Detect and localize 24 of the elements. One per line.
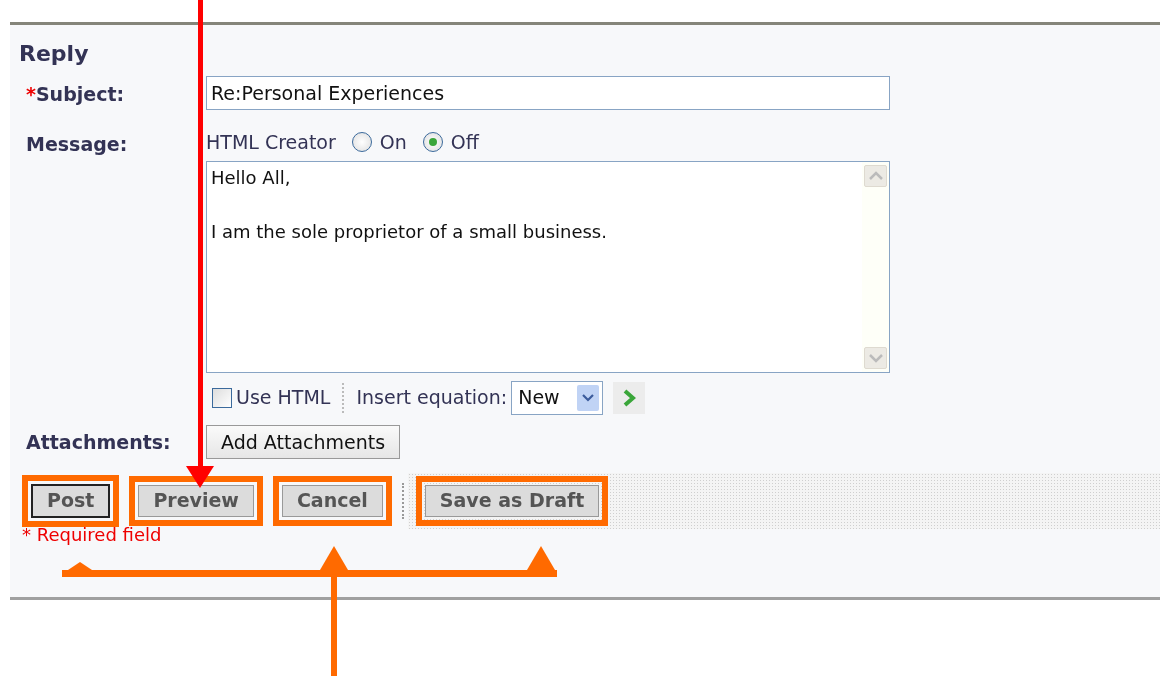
subject-field[interactable]: Re:Personal Experiences [206,76,890,110]
field-label: Message: [26,133,128,155]
action-button[interactable]: Cancel [281,485,383,517]
select-value: New [518,385,560,411]
radio-label: On [379,130,407,155]
form-title: Reply [19,40,90,68]
option-label: HTML Creator [206,130,336,155]
action-button[interactable]: Save as Draft [424,485,600,517]
dropdown-icon[interactable] [577,384,600,411]
radio-button[interactable] [351,132,372,153]
action-button[interactable]: Post [31,484,111,518]
add-attachments-button[interactable]: Add Attachments [206,424,401,459]
option-label: Insert equation: [356,385,508,411]
required-note: * Required field [22,525,163,545]
chevron-icon [622,388,637,407]
equation-select[interactable]: New [511,380,604,415]
action-button[interactable]: Preview [138,485,254,517]
go-button[interactable] [613,381,646,414]
field-label: Attachments: [26,430,171,453]
radio-label: Off [450,130,479,155]
checkbox-label: Use HTML [236,385,331,411]
field-label: *Subject: [26,83,125,105]
radio-button[interactable] [422,132,443,153]
checkbox[interactable] [212,387,232,408]
